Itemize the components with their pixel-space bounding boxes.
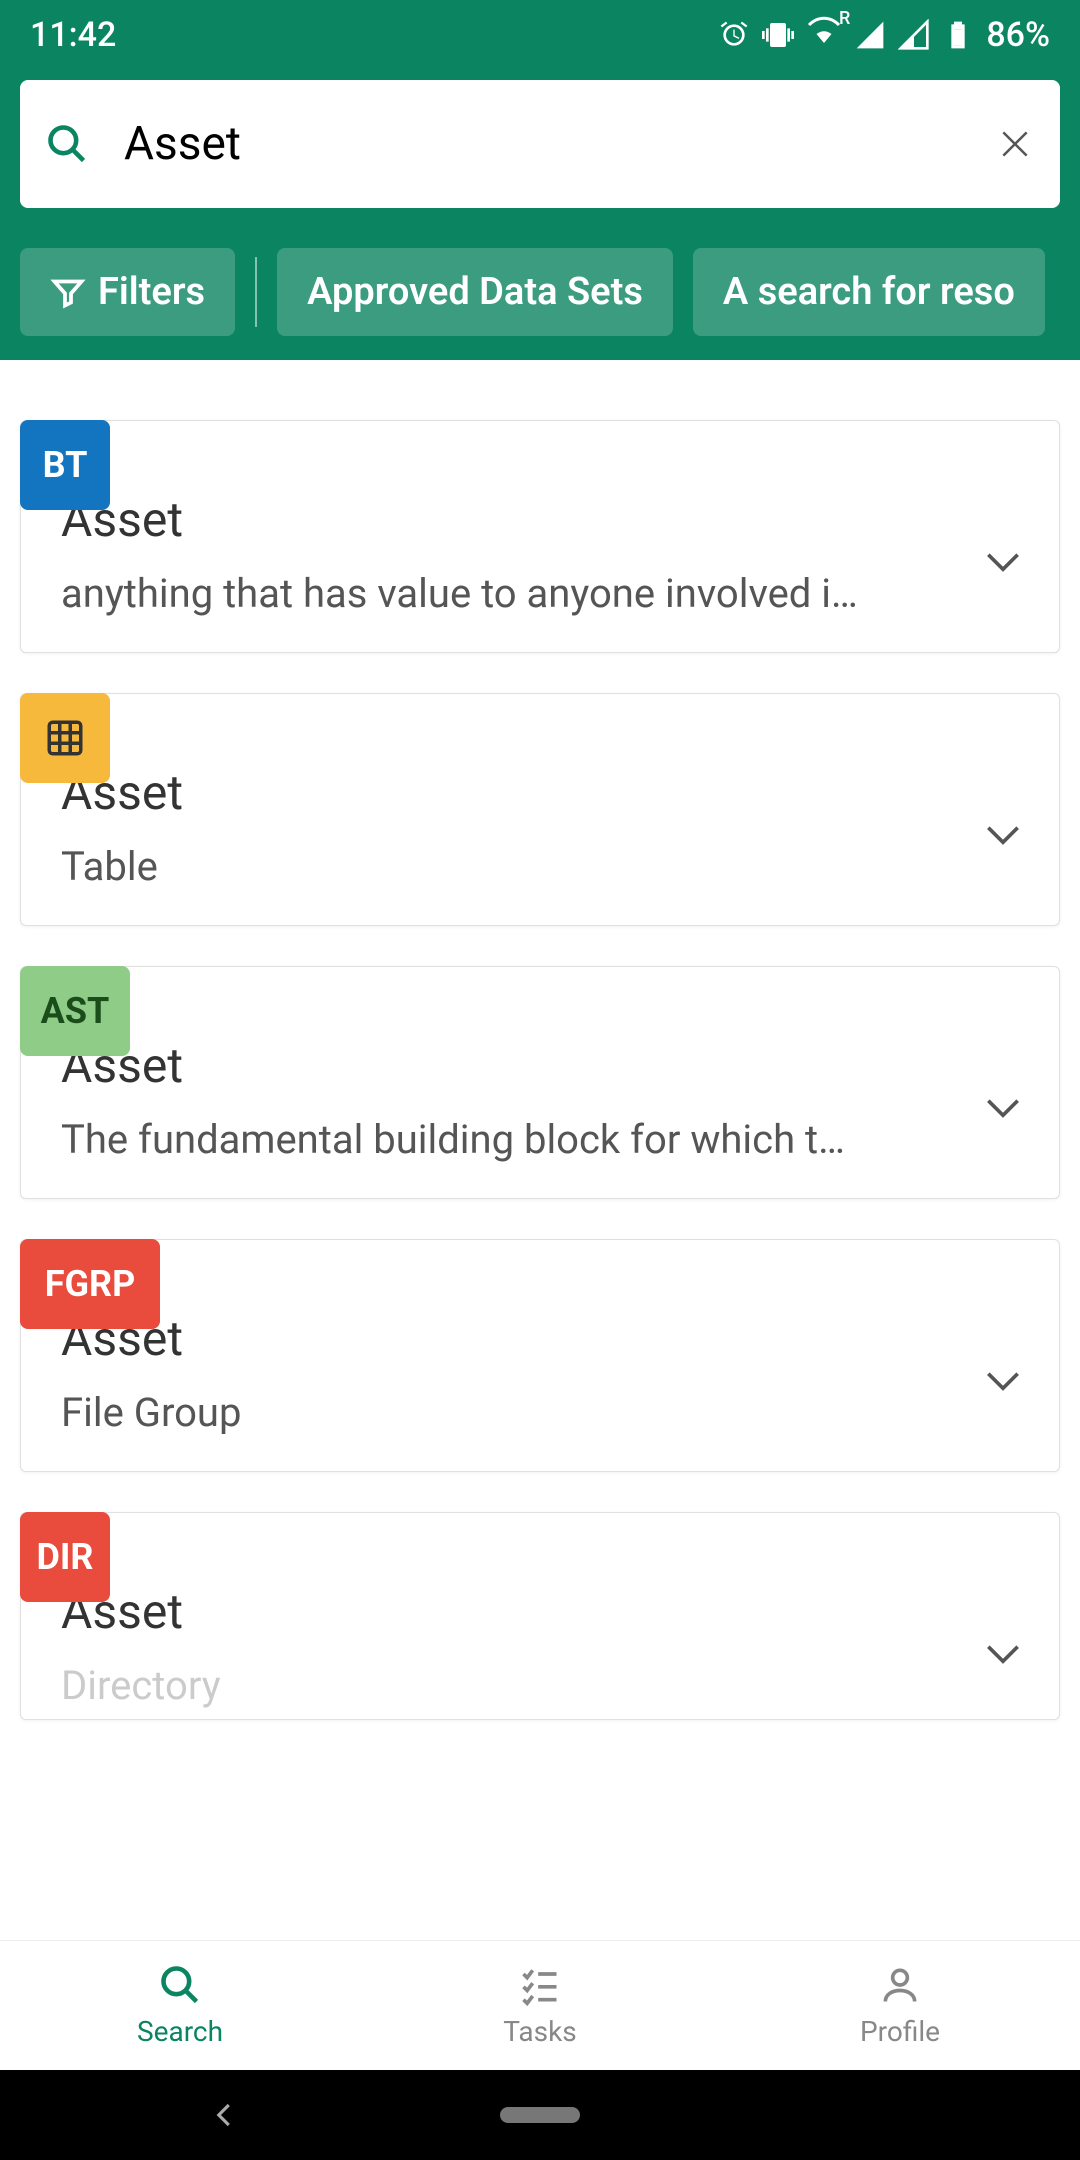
battery-icon — [942, 19, 974, 51]
filter-icon — [50, 274, 86, 310]
result-title: Asset — [61, 1583, 1019, 1640]
result-badge-ast: AST — [20, 966, 130, 1056]
nav-tasks[interactable]: Tasks — [360, 1941, 720, 2070]
status-time: 11:42 — [30, 15, 116, 55]
tasks-icon — [518, 1963, 562, 2007]
bottom-nav: Search Tasks Profile — [0, 1940, 1080, 2070]
nav-search[interactable]: Search — [0, 1941, 360, 2070]
chevron-down-icon[interactable] — [981, 1632, 1025, 1676]
profile-icon — [878, 1963, 922, 2007]
results-list[interactable]: BT Asset anything that has value to anyo… — [0, 360, 1080, 1720]
table-icon — [44, 717, 86, 759]
search-input[interactable] — [124, 117, 995, 171]
result-title: Asset — [61, 1037, 1019, 1094]
result-card[interactable]: Asset The fundamental building block for… — [20, 966, 1060, 1199]
result-desc: Table — [61, 843, 1019, 890]
status-bar: 11:42 R 86% — [0, 0, 1080, 70]
result-badge-bt: BT — [20, 420, 110, 510]
filter-divider — [255, 257, 257, 327]
filters-label: Filters — [98, 270, 205, 314]
wifi-badge: R — [839, 8, 850, 29]
vibrate-icon — [762, 19, 794, 51]
result-title: Asset — [61, 764, 1019, 821]
nav-label: Search — [137, 2015, 223, 2048]
signal-icon-2 — [898, 19, 930, 51]
result-title: Asset — [61, 1310, 1019, 1367]
nav-label: Profile — [860, 2015, 940, 2048]
result-desc: The fundamental building block for which… — [61, 1116, 1019, 1163]
result-badge-table — [20, 693, 110, 783]
alarm-icon — [718, 19, 750, 51]
status-indicators: R 86% — [718, 13, 1050, 58]
chevron-down-icon[interactable] — [981, 1086, 1025, 1130]
nav-label: Tasks — [503, 2015, 577, 2048]
back-icon[interactable] — [210, 2100, 240, 2130]
result-badge-dir: DIR — [20, 1512, 110, 1602]
result-badge-fgrp: FGRP — [20, 1239, 160, 1329]
filter-chip-search-reso[interactable]: A search for reso — [693, 248, 1045, 336]
chevron-down-icon[interactable] — [981, 540, 1025, 584]
result-card[interactable]: Asset Table — [20, 693, 1060, 926]
result-desc: Directory — [61, 1662, 1019, 1709]
result-title: Asset — [61, 491, 1019, 548]
chevron-down-icon[interactable] — [981, 813, 1025, 857]
home-pill[interactable] — [500, 2107, 580, 2123]
wifi-icon: R — [806, 13, 842, 58]
result-item[interactable]: Asset Table — [20, 693, 1060, 926]
nav-profile[interactable]: Profile — [720, 1941, 1080, 2070]
result-card[interactable]: Asset Directory — [20, 1512, 1060, 1720]
battery-percent: 86% — [986, 15, 1050, 55]
result-desc: File Group — [61, 1389, 1019, 1436]
header — [0, 70, 1080, 228]
search-box[interactable] — [20, 80, 1060, 208]
result-desc: anything that has value to anyone involv… — [61, 570, 1019, 617]
header-spacer — [0, 336, 1080, 360]
signal-icon — [854, 19, 886, 51]
result-item[interactable]: BT Asset anything that has value to anyo… — [20, 420, 1060, 653]
result-card[interactable]: Asset anything that has value to anyone … — [20, 420, 1060, 653]
result-item[interactable]: DIR Asset Directory — [20, 1512, 1060, 1720]
filter-row: Filters Approved Data Sets A search for … — [0, 228, 1080, 336]
filters-button[interactable]: Filters — [20, 248, 235, 336]
clear-icon[interactable] — [995, 124, 1035, 164]
chevron-down-icon[interactable] — [981, 1359, 1025, 1403]
result-item[interactable]: AST Asset The fundamental building block… — [20, 966, 1060, 1199]
filter-chip-approved[interactable]: Approved Data Sets — [277, 248, 673, 336]
system-nav — [0, 2070, 1080, 2160]
result-card[interactable]: Asset File Group — [20, 1239, 1060, 1472]
search-icon — [45, 122, 89, 166]
result-item[interactable]: FGRP Asset File Group — [20, 1239, 1060, 1472]
search-icon — [158, 1963, 202, 2007]
